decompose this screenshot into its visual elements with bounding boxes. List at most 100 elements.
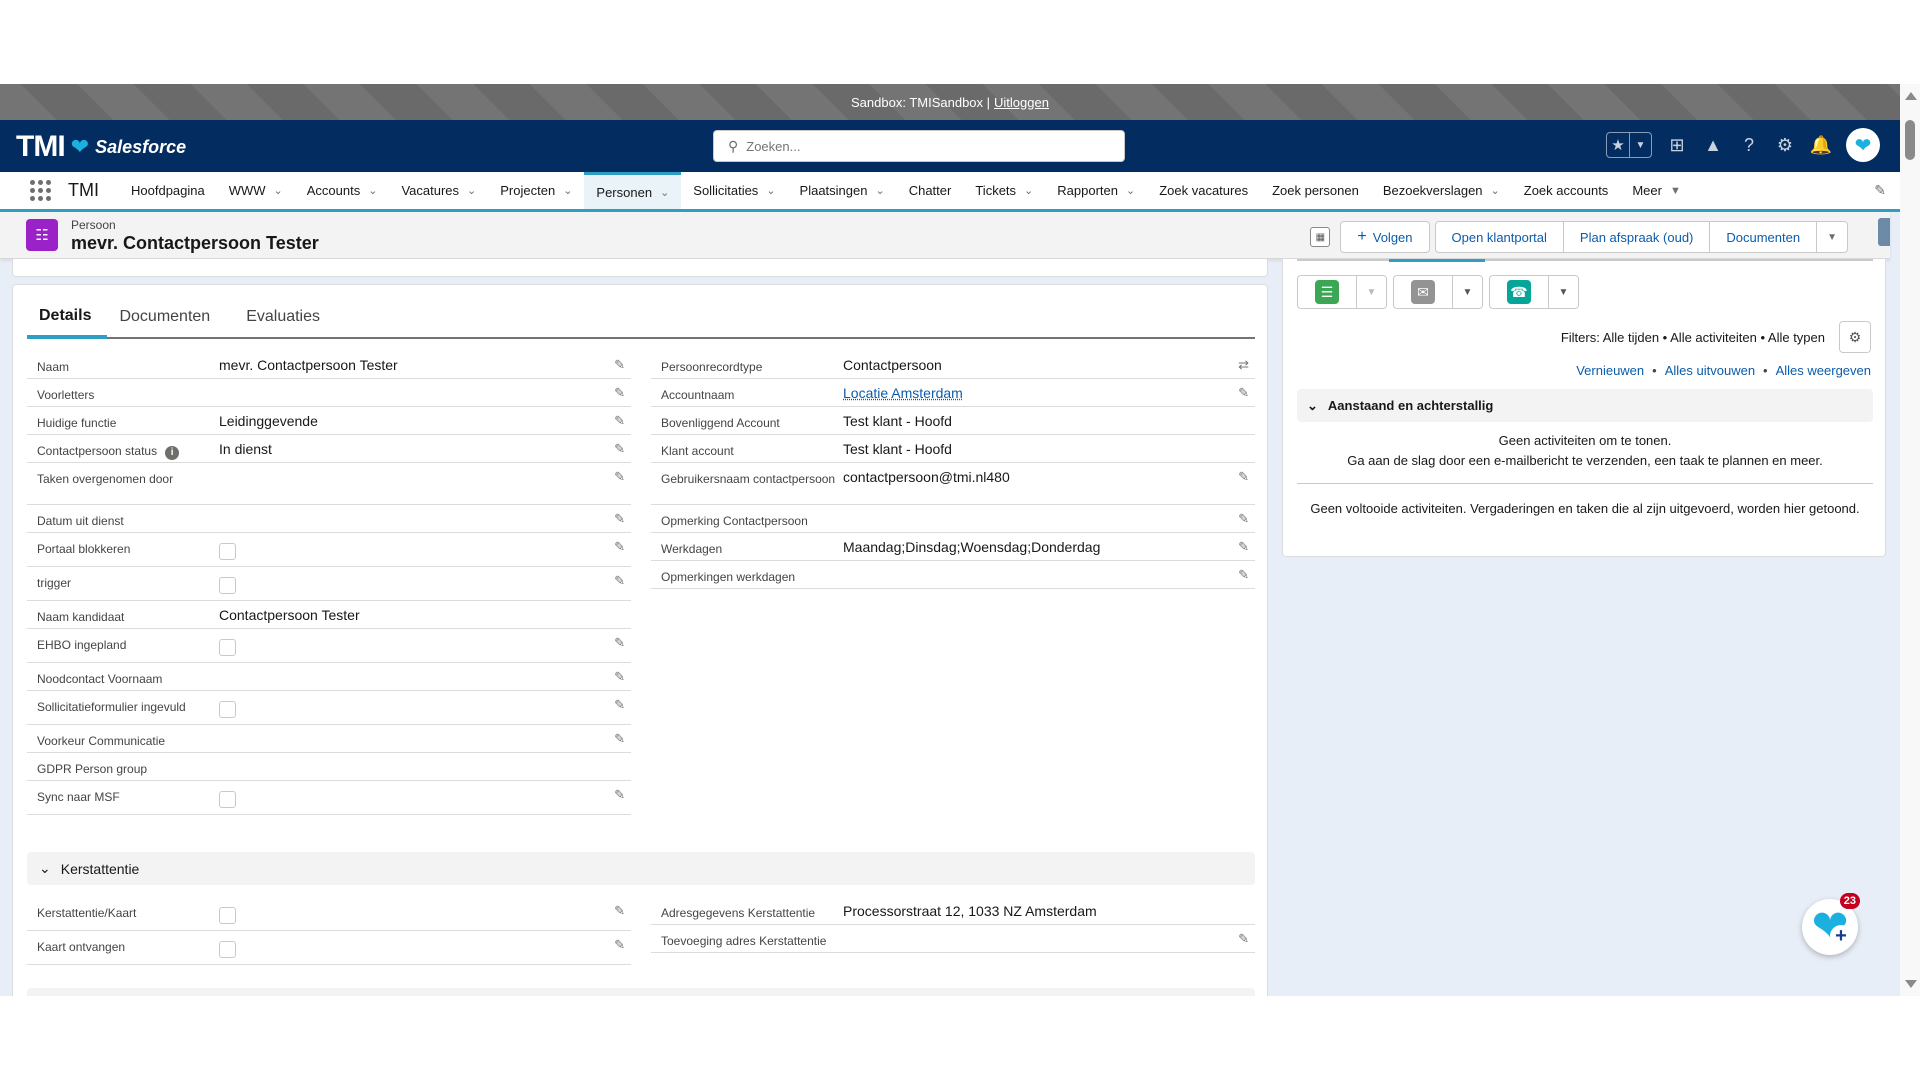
edit-pencil-icon[interactable]: ✎ [614,635,625,651]
favorites-button-group[interactable]: ★ ▼ [1606,132,1652,158]
field-link[interactable]: Locatie Amsterdam [843,385,963,401]
nav-more[interactable]: Meer ▼ [1620,172,1693,209]
email-dropdown-icon[interactable]: ▼ [1452,276,1482,308]
change-record-type-icon[interactable]: ⇄ [1238,357,1249,373]
nav-item-zoek-personen[interactable]: Zoek personen [1260,172,1371,209]
search-input[interactable] [746,138,1107,154]
setup-gear-icon[interactable]: ⚙ [1774,134,1796,156]
edit-pencil-icon[interactable]: ✎ [1238,567,1249,583]
user-avatar[interactable]: ❤ [1846,128,1880,162]
global-search[interactable]: ⚲ [713,130,1125,162]
app-launcher-icon[interactable] [30,179,52,202]
nav-item-tickets[interactable]: Tickets ⌄ [963,172,1045,209]
edit-pencil-icon[interactable]: ✎ [614,357,625,373]
view-all-link[interactable]: Alles weergeven [1776,363,1871,378]
edit-pencil-icon[interactable]: ✎ [614,787,625,803]
tab-evaluaties[interactable]: Evaluaties [234,297,344,337]
call-dropdown-icon[interactable]: ▼ [1548,276,1578,308]
trailhead-icon[interactable]: ▲ [1702,134,1724,156]
utility-panel-toggle[interactable] [1878,218,1890,246]
tab-documenten[interactable]: Documenten [107,297,234,337]
log-call-button[interactable]: ☎ ▼ [1489,275,1579,309]
chevron-down-icon[interactable]: ⌄ [368,184,377,197]
edit-pencil-icon[interactable]: ✎ [1238,511,1249,527]
field-row: Klant account Test klant - Hoofd [651,435,1255,463]
field-checkbox [219,639,236,656]
chevron-down-icon[interactable]: ⌄ [1126,184,1135,197]
edit-pencil-icon[interactable]: ✎ [1238,539,1249,555]
no-completed-activities: Geen voltooide activiteiten. Vergadering… [1310,501,1860,516]
nav-item-projecten[interactable]: Projecten ⌄ [488,172,584,209]
nav-item-plaatsingen[interactable]: Plaatsingen ⌄ [788,172,897,209]
tmi-logo[interactable]: TMI ❤ Salesforce [16,130,186,164]
scroll-thumb[interactable] [1905,120,1915,160]
nav-item-rapporten[interactable]: Rapporten ⌄ [1045,172,1147,209]
edit-pencil-icon[interactable]: ✎ [614,697,625,713]
edit-pencil-icon[interactable]: ✎ [614,937,625,953]
edit-pencil-icon[interactable]: ✎ [614,413,625,429]
chevron-down-icon[interactable]: ⌄ [274,184,283,197]
nav-item-www[interactable]: WWW ⌄ [217,172,295,209]
section-zakelijke-informatie[interactable]: ⌄ Zakelijke informatie [27,988,1255,996]
filter-gear-icon[interactable]: ⚙ [1839,321,1871,353]
edit-pencil-icon[interactable]: ✎ [614,511,625,527]
edit-pencil-icon[interactable]: ✎ [614,669,625,685]
new-email-button[interactable]: ✉ ▼ [1393,275,1483,309]
nav-item-chatter[interactable]: Chatter [897,172,964,209]
activity-tab-line [1297,259,1873,261]
empty-line-1: Geen activiteiten om te tonen. [1498,433,1672,448]
scroll-up-arrow[interactable] [1905,92,1917,100]
nav-item-label: Plaatsingen [799,183,868,198]
global-add-icon[interactable]: ⊞ [1666,134,1688,156]
task-dropdown-icon[interactable]: ▼ [1356,276,1386,308]
new-task-button[interactable]: ☰ ▼ [1297,275,1387,309]
expand-all-link[interactable]: Alles uitvouwen [1665,363,1755,378]
documents-button[interactable]: Documenten [1709,221,1818,253]
tmi-helper-fab[interactable]: ❤ + 23 [1802,893,1860,955]
chevron-down-icon[interactable]: ⌄ [563,184,572,197]
favorites-dropdown-icon[interactable]: ▼ [1629,133,1651,157]
nav-item-personen[interactable]: Personen ⌄ [584,172,682,209]
edit-pencil-icon[interactable]: ✎ [614,385,625,401]
info-icon[interactable]: i [165,446,180,460]
section-kerstattentie[interactable]: ⌄ Kerstattentie [27,852,1255,885]
chevron-down-icon[interactable]: ⌄ [875,184,884,197]
nav-item-accounts[interactable]: Accounts ⌄ [295,172,390,209]
nav-item-hoofdpagina[interactable]: Hoofdpagina [119,172,217,209]
favorites-star-icon[interactable]: ★ [1607,133,1629,157]
upcoming-overdue-section[interactable]: ⌄ Aanstaand en achterstallig [1297,389,1873,422]
edit-pencil-icon[interactable]: ✎ [614,441,625,457]
edit-pencil-icon[interactable]: ✎ [1238,469,1249,485]
chevron-down-icon[interactable]: ⌄ [766,184,775,197]
plan-appointment-button[interactable]: Plan afspraak (oud) [1562,221,1711,253]
scroll-down-arrow[interactable] [1905,980,1917,988]
edit-pencil-icon[interactable]: ✎ [614,539,625,555]
nav-item-sollicitaties[interactable]: Sollicitaties ⌄ [681,172,787,209]
details-right-column: Persoonrecordtype Contactpersoon ⇄ Accountn… [651,351,1255,589]
notifications-bell-icon[interactable]: 🔔 [1810,134,1832,156]
chevron-down-icon[interactable]: ⌄ [1491,184,1500,197]
edit-nav-pencil-icon[interactable]: ✎ [1874,182,1886,199]
hierarchy-icon[interactable]: ▦ [1310,227,1331,247]
edit-pencil-icon[interactable]: ✎ [614,731,625,747]
edit-pencil-icon[interactable]: ✎ [614,469,625,485]
more-actions-dropdown[interactable]: ▼ [1816,221,1848,253]
refresh-link[interactable]: Vernieuwen [1576,363,1644,378]
page-scrollbar[interactable] [1900,84,1920,996]
edit-pencil-icon[interactable]: ✎ [1238,931,1249,947]
nav-item-bezoekverslagen[interactable]: Bezoekverslagen ⌄ [1371,172,1512,209]
follow-button[interactable]: + Volgen [1340,221,1430,253]
nav-item-zoek-accounts[interactable]: Zoek accounts [1512,172,1621,209]
chevron-down-icon[interactable]: ⌄ [1024,184,1033,197]
tab-details[interactable]: Details [27,297,108,339]
edit-pencil-icon[interactable]: ✎ [1238,385,1249,401]
nav-item-vacatures[interactable]: Vacatures ⌄ [389,172,488,209]
chevron-down-icon[interactable]: ⌄ [467,184,476,197]
logout-link[interactable]: Uitloggen [994,95,1049,110]
edit-pencil-icon[interactable]: ✎ [614,573,625,589]
chevron-down-icon[interactable]: ⌄ [660,186,669,199]
edit-pencil-icon[interactable]: ✎ [614,903,625,919]
open-portal-button[interactable]: Open klantportal [1434,221,1564,253]
nav-item-zoek-vacatures[interactable]: Zoek vacatures [1147,172,1260,209]
help-icon[interactable]: ? [1738,134,1760,156]
